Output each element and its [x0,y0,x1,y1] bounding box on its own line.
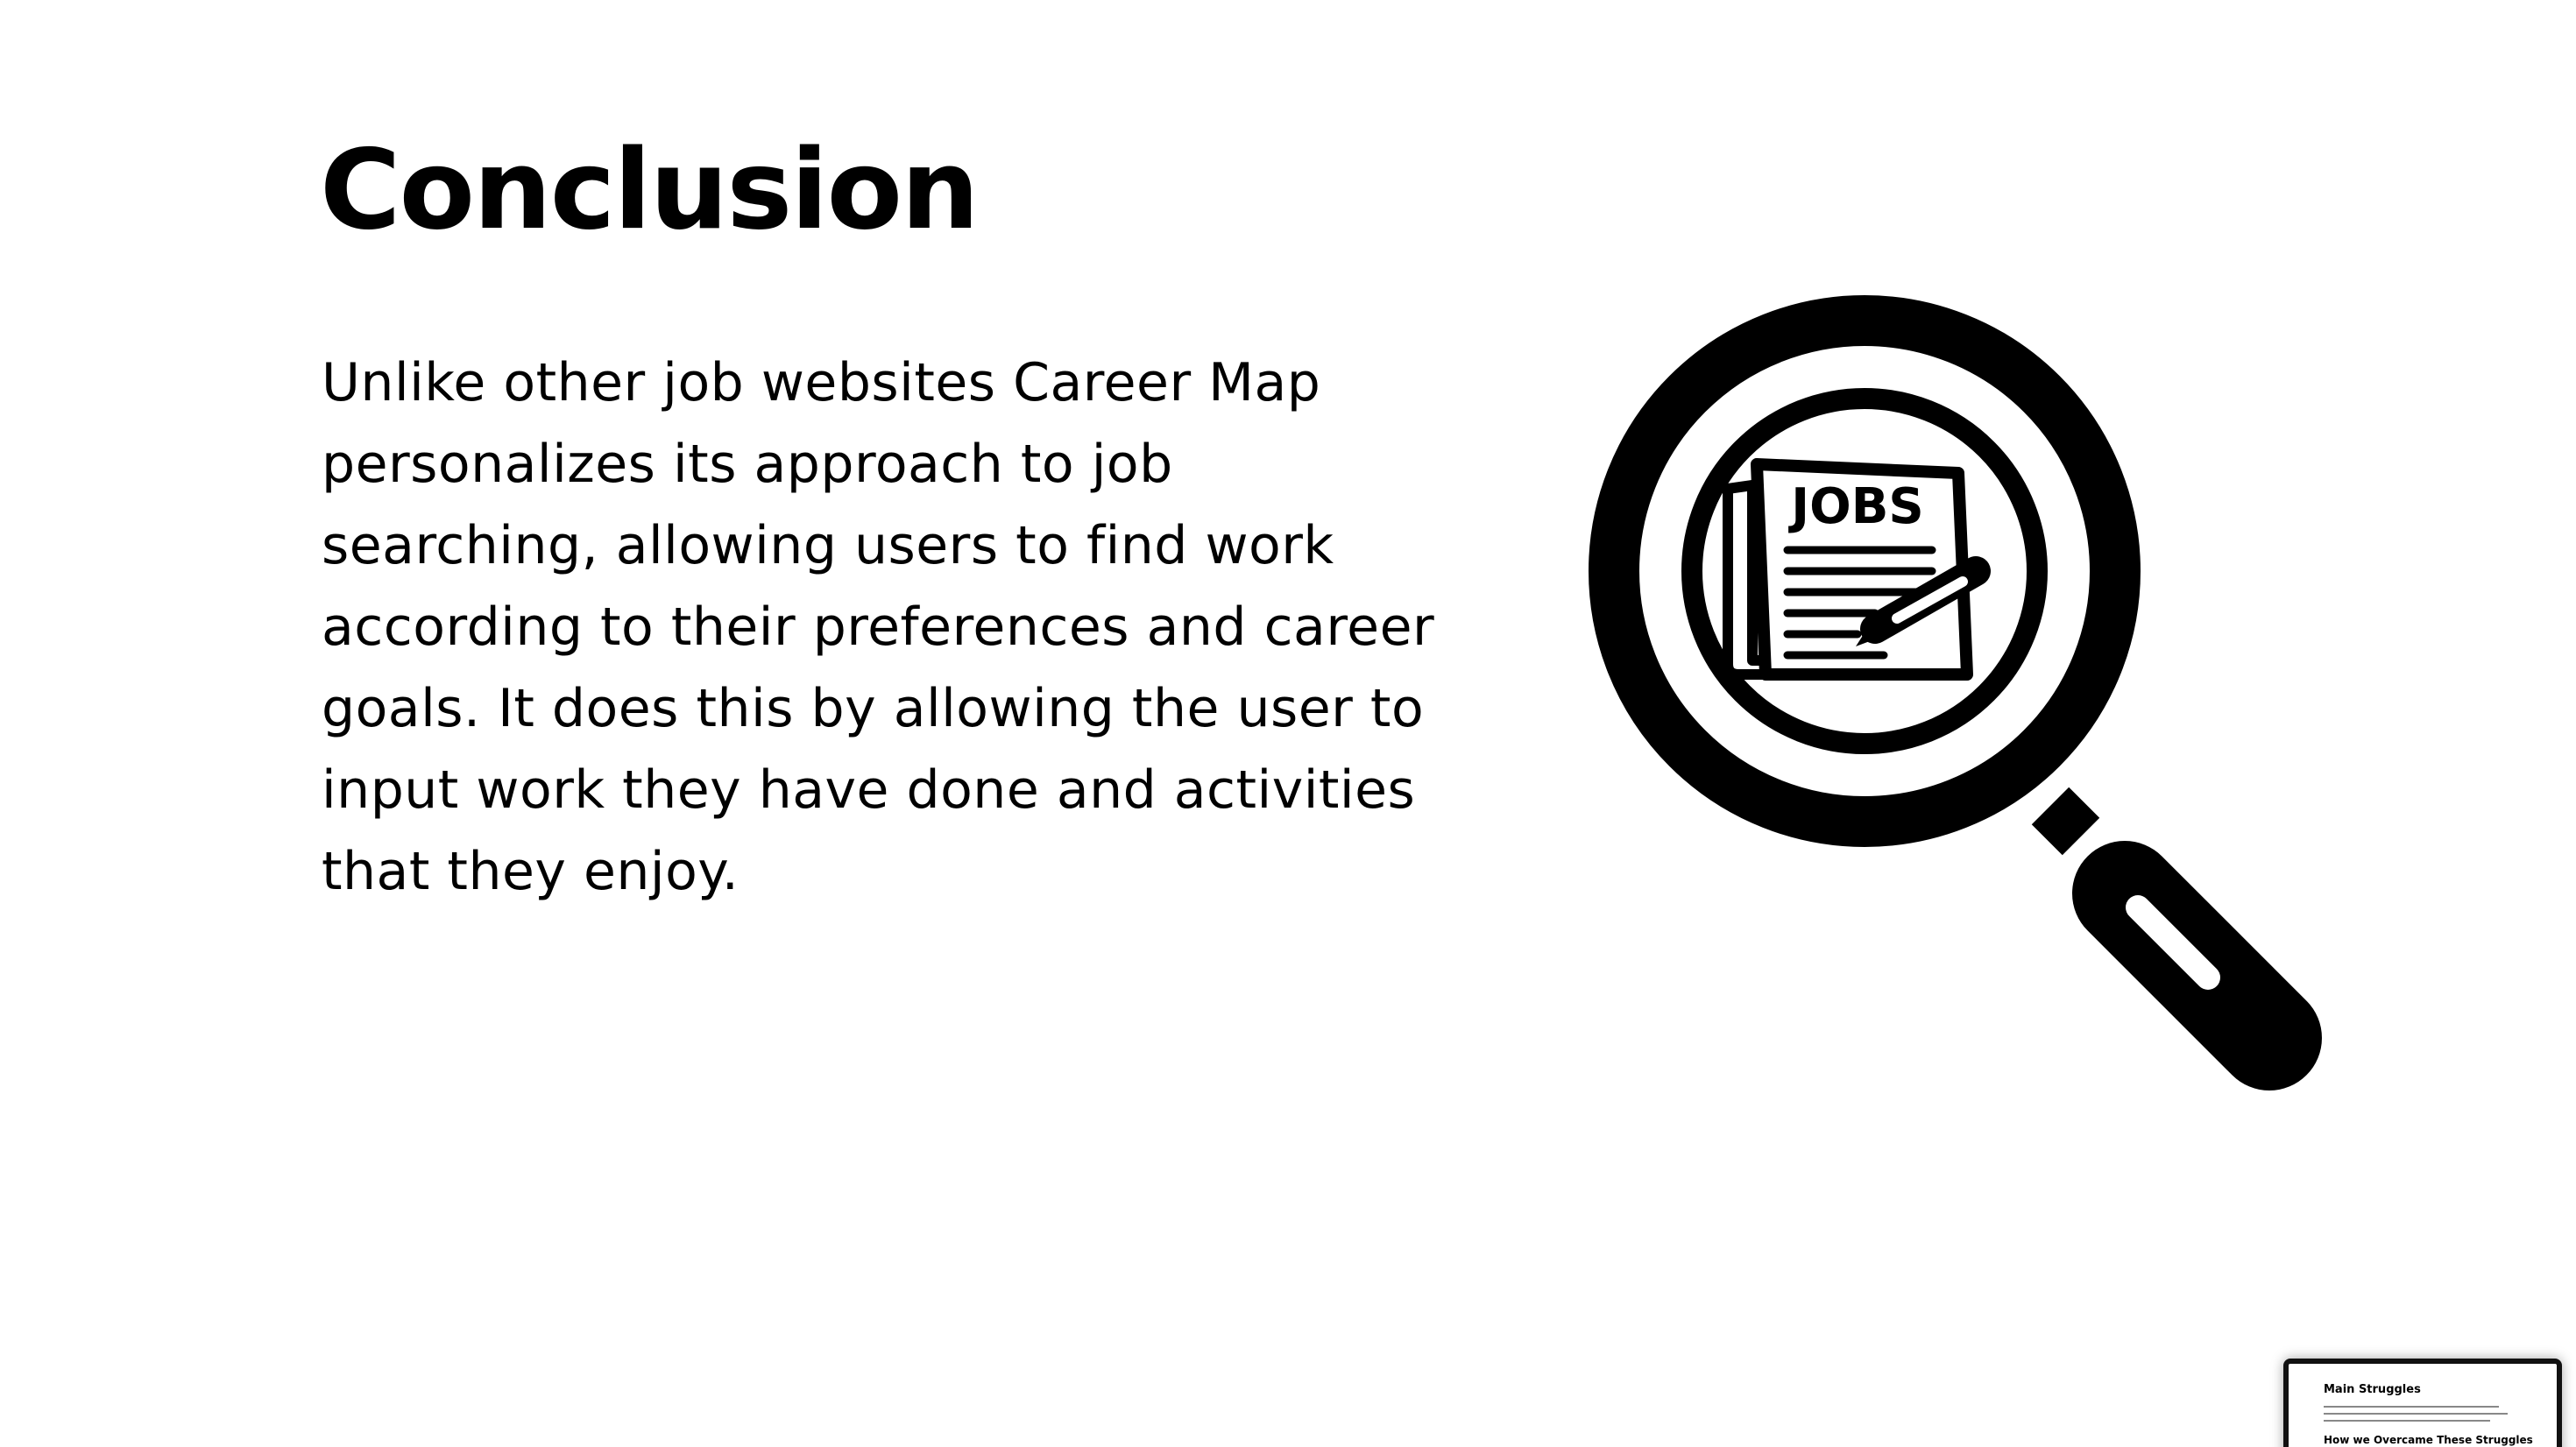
thumbnail-heading: Main Struggles [2324,1383,2421,1396]
slide-title: Conclusion [320,125,980,254]
slide-body-text: Unlike other job websites Career Map per… [322,352,1435,902]
handle-connector [2031,787,2100,856]
thumbnail-subheading: How we Overcame These Struggles [2324,1434,2533,1446]
thumbnail-text-line [2324,1406,2499,1408]
slide-thumbnail[interactable]: Main Struggles How we Overcame These Str… [2283,1359,2562,1447]
thumbnail-text-line [2324,1413,2508,1415]
jobs-search-icon: JOBS [1589,295,2322,1091]
thumbnail-text-line [2324,1420,2490,1422]
jobs-label: JOBS [1787,478,1923,535]
slide: Conclusion Unlike other job websites Car… [0,0,2576,1447]
